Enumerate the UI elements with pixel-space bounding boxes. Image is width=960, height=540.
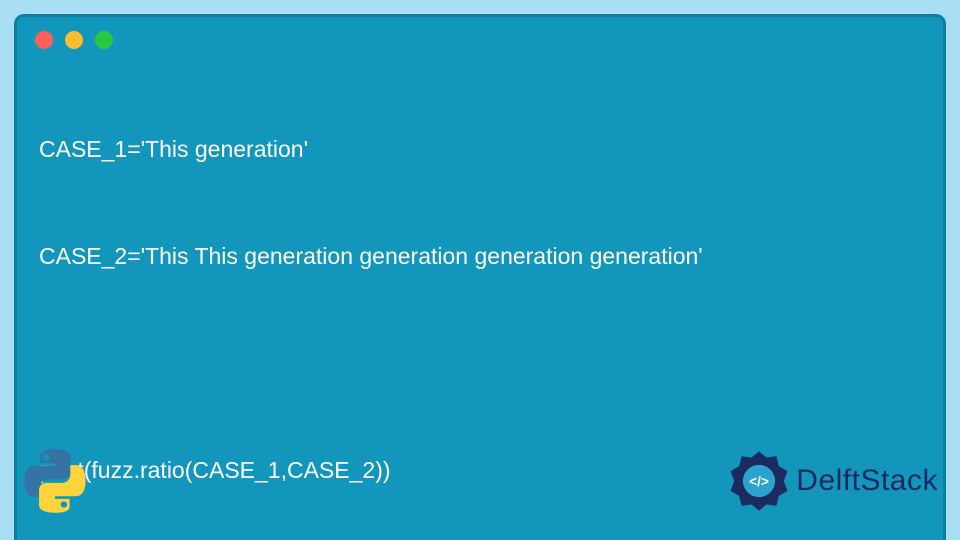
code-line: CASE_2='This This generation generation … bbox=[39, 239, 921, 275]
maximize-icon[interactable] bbox=[95, 31, 113, 49]
brand-name: DelftStack bbox=[796, 464, 938, 498]
python-icon bbox=[20, 446, 90, 516]
minimize-icon[interactable] bbox=[65, 31, 83, 49]
brand-badge-icon: </> bbox=[728, 450, 790, 512]
brand: </> DelftStack bbox=[728, 450, 938, 512]
code-line bbox=[39, 346, 921, 382]
window-titlebar bbox=[17, 17, 943, 57]
svg-text:</>: </> bbox=[749, 474, 769, 489]
footer: </> DelftStack bbox=[14, 436, 946, 526]
code-line: CASE_1='This generation' bbox=[39, 132, 921, 168]
close-icon[interactable] bbox=[35, 31, 53, 49]
